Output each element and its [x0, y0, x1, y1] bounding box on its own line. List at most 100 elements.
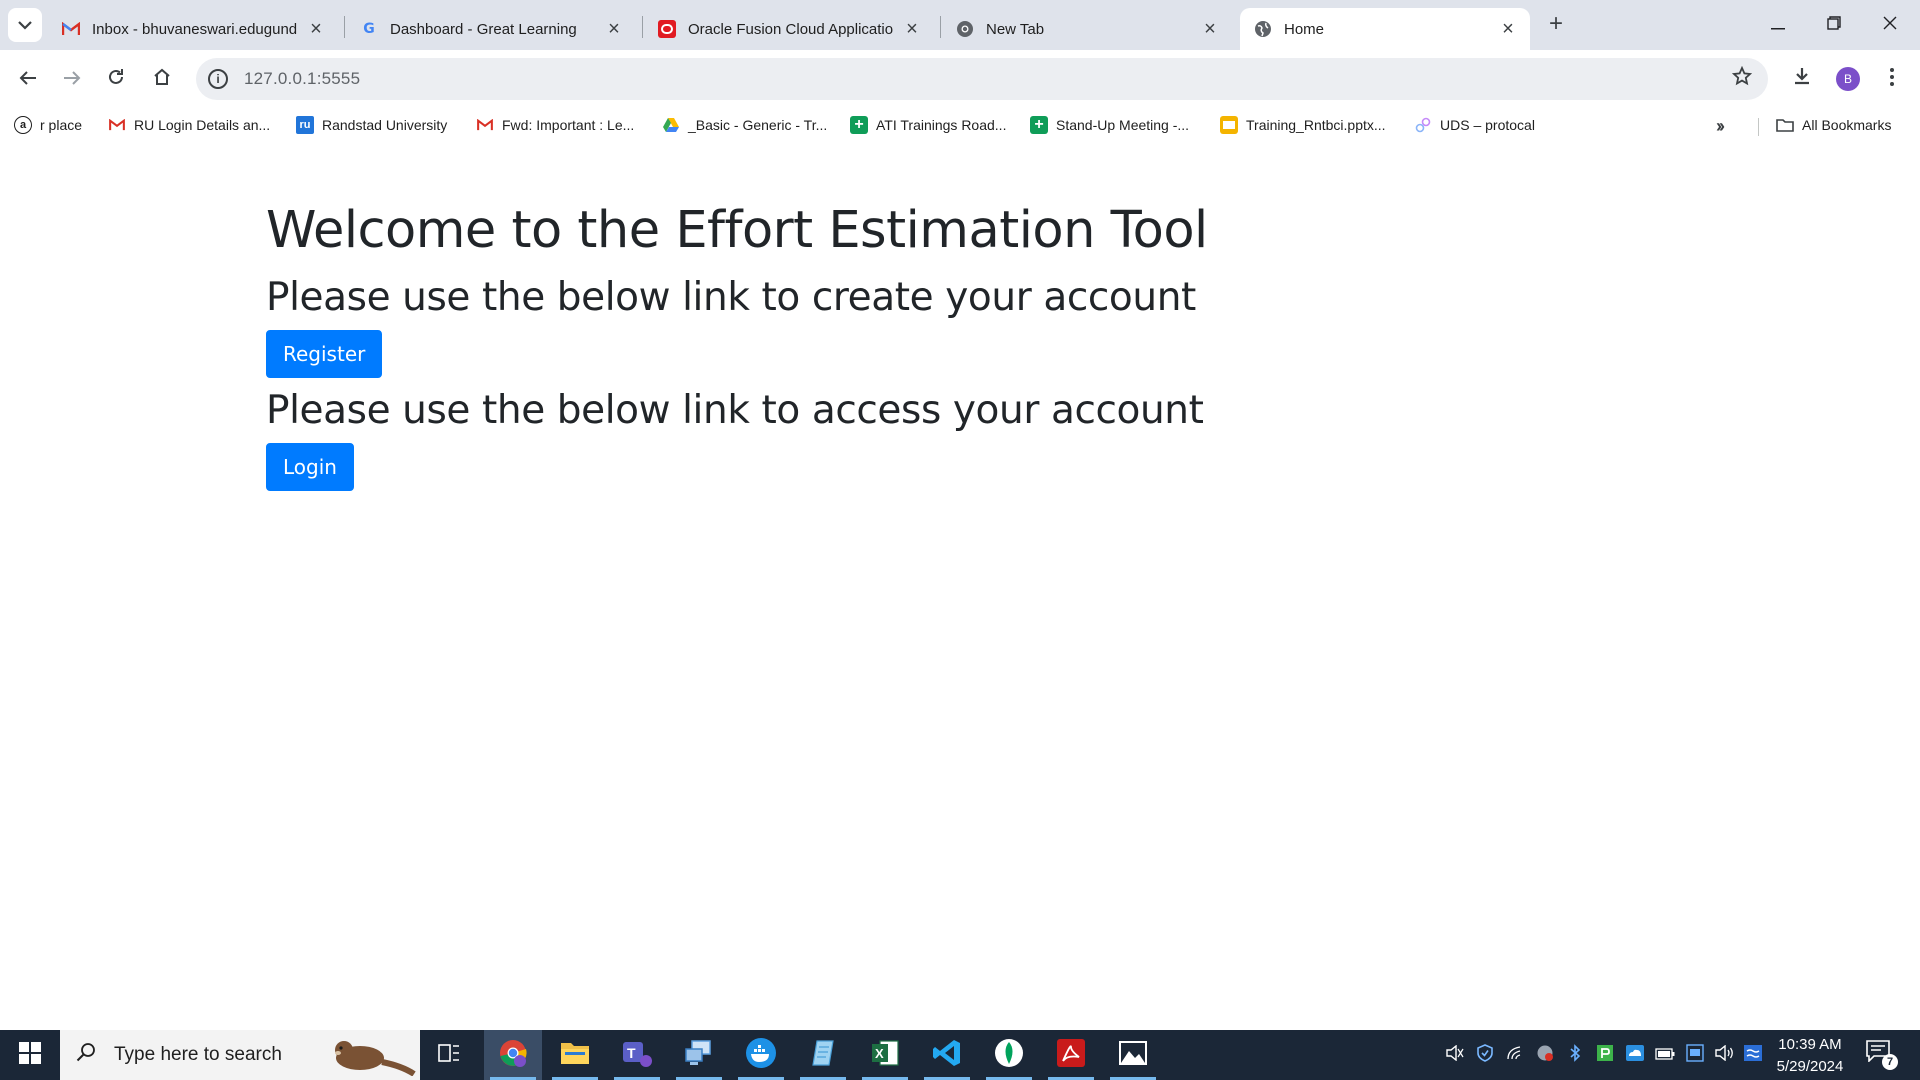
battery-icon	[1655, 1047, 1675, 1064]
tab-title: Home	[1284, 20, 1325, 38]
close-window-button[interactable]	[1862, 0, 1918, 48]
browser-menu-button[interactable]	[1874, 61, 1910, 97]
forward-button[interactable]	[54, 61, 90, 97]
register-button[interactable]: Register	[266, 329, 383, 378]
chevron-down-icon	[18, 17, 32, 33]
tab-great-learning[interactable]: G Dashboard - Great Learning ×	[346, 8, 636, 50]
taskbar-photos[interactable]	[1104, 1030, 1162, 1080]
close-icon[interactable]: ×	[1498, 18, 1518, 40]
task-view-icon	[438, 1043, 460, 1068]
tray-onedrive[interactable]	[1620, 1030, 1650, 1080]
close-icon[interactable]: ×	[1200, 18, 1220, 40]
tab-new-tab[interactable]: New Tab ×	[942, 8, 1232, 50]
bookmark-label: Stand-Up Meeting -...	[1056, 117, 1190, 133]
taskbar-acrobat[interactable]	[1042, 1030, 1100, 1080]
tray-app-globe[interactable]	[1530, 1030, 1560, 1080]
profile-avatar[interactable]: B	[1836, 67, 1860, 91]
login-prompt: Please use the below link to access your…	[266, 387, 1204, 433]
bookmark-label: Training_Rntbci.pptx...	[1246, 117, 1386, 133]
green-app-icon	[1596, 1044, 1614, 1066]
close-icon[interactable]: ×	[902, 18, 922, 40]
more-bookmarks-button[interactable]: ››	[1716, 116, 1725, 137]
all-bookmarks-label: All Bookmarks	[1802, 117, 1892, 133]
bookmark-item[interactable]: Fwd: Important : Le...	[476, 114, 634, 136]
all-bookmarks-button[interactable]: All Bookmarks	[1776, 114, 1891, 136]
bookmark-item[interactable]: ru Randstad University	[296, 114, 447, 136]
bookmark-item[interactable]: Training_Rntbci.pptx...	[1220, 114, 1386, 136]
notification-center-button[interactable]: 7	[1866, 1040, 1900, 1070]
site-info-icon[interactable]: i	[208, 69, 228, 89]
restore-button[interactable]	[1806, 0, 1862, 48]
reload-icon	[107, 66, 125, 92]
bookmark-label: r place	[40, 117, 83, 133]
kebab-menu-icon	[1890, 66, 1894, 92]
windows-logo-icon	[19, 1041, 41, 1069]
taskbar-remote-desktop[interactable]	[670, 1030, 728, 1080]
tab-title: New Tab	[986, 20, 1045, 38]
taskbar-clock[interactable]: 10:39 AM 5/29/2024	[1762, 1034, 1858, 1078]
tray-app-green[interactable]	[1590, 1030, 1620, 1080]
docker-icon	[745, 1037, 777, 1074]
home-button[interactable]	[144, 61, 180, 97]
new-tab-button[interactable]: +	[1542, 10, 1570, 38]
teams-icon: T	[621, 1038, 653, 1073]
close-icon[interactable]: ×	[604, 18, 624, 40]
back-button[interactable]	[10, 61, 46, 97]
google-sheets-icon: +	[850, 116, 868, 134]
bookmark-item[interactable]: a r place	[14, 114, 82, 136]
address-bar[interactable]: i 127.0.0.1:5555	[196, 58, 1768, 100]
tray-volume[interactable]	[1710, 1030, 1740, 1080]
tray-bluetooth[interactable]	[1560, 1030, 1590, 1080]
otter-illustration-icon	[330, 1036, 416, 1077]
gmail-icon	[62, 20, 80, 38]
taskbar-vscode[interactable]	[918, 1030, 976, 1080]
google-slides-icon	[1220, 116, 1238, 134]
url-text: 127.0.0.1:5555	[244, 69, 361, 88]
star-icon[interactable]	[1731, 65, 1753, 92]
vscode-icon	[932, 1038, 962, 1073]
google-sheets-icon: +	[1030, 116, 1048, 134]
taskbar-chrome[interactable]	[484, 1030, 542, 1080]
display-icon	[1686, 1044, 1704, 1066]
taskbar-teams[interactable]: T	[608, 1030, 666, 1080]
close-icon	[1883, 14, 1897, 35]
browser-tab-strip: Inbox - bhuvaneswari.edugundl × G Dashbo…	[0, 0, 1920, 50]
globe-icon	[1536, 1044, 1554, 1066]
search-icon	[76, 1042, 100, 1068]
tray-battery[interactable]	[1650, 1030, 1680, 1080]
taskbar-file-explorer[interactable]	[546, 1030, 604, 1080]
tab-oracle-fusion[interactable]: Oracle Fusion Cloud Applicatior ×	[644, 8, 934, 50]
downloads-button[interactable]	[1784, 61, 1820, 97]
tab-separator	[642, 16, 643, 38]
login-button[interactable]: Login	[266, 442, 354, 491]
minimize-button[interactable]	[1750, 0, 1806, 48]
tab-gmail-inbox[interactable]: Inbox - bhuvaneswari.edugundl ×	[48, 8, 338, 50]
bookmark-item[interactable]: + Stand-Up Meeting -...	[1030, 114, 1189, 136]
bookmark-item[interactable]: UDS – protocal	[1414, 114, 1535, 136]
tab-home[interactable]: Home ×	[1240, 8, 1530, 50]
search-placeholder: Type here to search	[114, 1044, 282, 1065]
tab-search-button[interactable]	[8, 8, 42, 42]
bookmark-item[interactable]: _Basic - Generic - Tr...	[662, 114, 827, 136]
reload-button[interactable]	[98, 61, 134, 97]
taskbar-mongodb-compass[interactable]	[980, 1030, 1038, 1080]
bookmark-label: _Basic - Generic - Tr...	[688, 117, 828, 133]
profile-initial: B	[1843, 72, 1852, 86]
tray-display[interactable]	[1680, 1030, 1710, 1080]
tray-defender[interactable]	[1470, 1030, 1500, 1080]
home-icon	[153, 66, 171, 92]
download-icon	[1792, 66, 1812, 92]
taskbar-excel[interactable]: X	[856, 1030, 914, 1080]
chrome-icon	[956, 20, 974, 38]
bookmark-item[interactable]: + ATI Trainings Road...	[850, 114, 1006, 136]
close-icon[interactable]: ×	[306, 18, 326, 40]
tray-speaker-muted[interactable]	[1440, 1030, 1470, 1080]
taskbar-notepad[interactable]	[794, 1030, 852, 1080]
taskbar-docker[interactable]	[732, 1030, 790, 1080]
folder-icon	[1776, 116, 1794, 134]
amazon-icon: a	[14, 116, 32, 134]
tray-network[interactable]	[1500, 1030, 1530, 1080]
start-button[interactable]	[0, 1030, 60, 1080]
task-view-button[interactable]	[420, 1030, 478, 1080]
bookmark-item[interactable]: RU Login Details an...	[108, 114, 270, 136]
